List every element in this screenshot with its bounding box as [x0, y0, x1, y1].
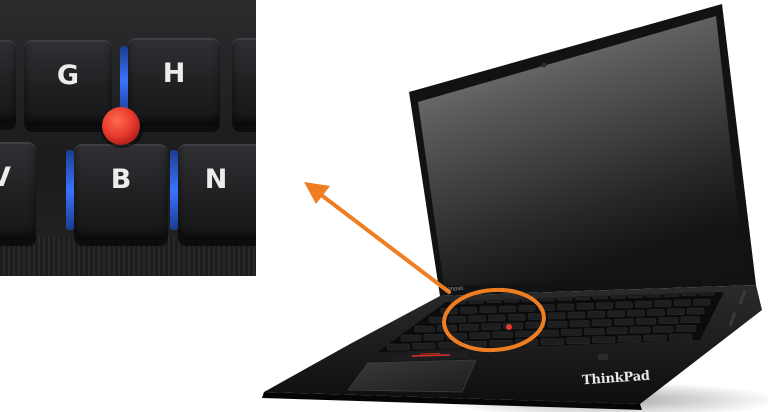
product-photo: G H V B N lenovo ThinkPad	[0, 0, 768, 412]
laptop-key	[596, 302, 614, 309]
laptop-key	[412, 342, 436, 350]
laptop-key	[693, 299, 711, 306]
laptop-key	[423, 334, 444, 341]
laptop-key	[587, 311, 606, 318]
laptop-key	[569, 320, 590, 327]
laptop-key	[607, 327, 628, 334]
laptop-key	[492, 331, 513, 338]
laptop-key	[468, 315, 486, 322]
laptop-key	[653, 326, 674, 333]
laptop-key	[673, 299, 691, 306]
laptop-key	[607, 310, 625, 317]
laptop-key	[459, 324, 479, 331]
laptop-key	[636, 318, 656, 325]
laptop-key	[699, 291, 715, 296]
laptop-key	[469, 332, 490, 339]
laptop-key	[557, 296, 573, 301]
laptop-key	[468, 299, 484, 304]
laptop-key	[539, 296, 555, 302]
laptop-key	[617, 335, 641, 343]
laptop-key	[414, 325, 435, 333]
laptop-key	[643, 334, 667, 342]
laptop-key	[400, 334, 422, 342]
laptop-key	[547, 321, 568, 328]
laptop-key	[658, 317, 679, 324]
laptop-key	[576, 303, 594, 310]
laptop-screen	[418, 16, 745, 286]
laptop-key	[628, 293, 644, 298]
laptop-key	[610, 294, 626, 299]
laptop-key	[488, 314, 506, 322]
laptop-key	[615, 301, 633, 309]
laptop-key	[667, 308, 685, 315]
laptop-illustration: lenovo	[262, 4, 768, 412]
laptop-key	[654, 300, 672, 307]
webcam-icon	[541, 62, 547, 68]
laptop-key	[486, 298, 502, 303]
laptop-key	[567, 311, 586, 319]
trackpoint-nub-small	[506, 324, 512, 330]
laptop-key	[584, 328, 605, 335]
laptop-key	[566, 337, 590, 344]
laptop-key	[557, 303, 575, 311]
trackpoint-button-stripe	[419, 353, 441, 355]
laptop-key	[630, 326, 651, 334]
laptop-key	[460, 307, 477, 314]
laptop-key	[675, 325, 697, 332]
laptop-key	[681, 291, 697, 297]
laptop-key	[614, 318, 634, 326]
laptop-key	[547, 312, 566, 319]
laptop-key	[504, 297, 520, 303]
laptop-key	[561, 329, 582, 336]
fingerprint-reader	[598, 354, 608, 360]
laptop-key	[663, 292, 679, 297]
laptop-key	[647, 309, 665, 316]
laptop-key	[479, 306, 497, 313]
laptop-key	[448, 316, 466, 323]
laptop-key	[508, 314, 526, 321]
laptop-key	[686, 307, 705, 315]
trackpad	[347, 359, 477, 393]
laptop-key	[489, 340, 513, 347]
laptop-key	[540, 338, 564, 345]
laptop-key	[386, 343, 410, 351]
laptop-key	[592, 294, 608, 300]
laptop-key	[669, 333, 693, 341]
laptop-key	[645, 293, 661, 298]
laptop-key	[592, 319, 612, 326]
laptop-key	[574, 295, 590, 300]
laptop-key	[635, 301, 652, 308]
laptop-key	[680, 316, 701, 323]
laptop-key	[627, 309, 645, 317]
laptop-key	[518, 305, 536, 312]
laptop-key	[592, 336, 616, 343]
laptop-key	[481, 323, 501, 330]
trackpoint-button-stripe	[411, 354, 451, 357]
laptop-key	[499, 305, 516, 313]
